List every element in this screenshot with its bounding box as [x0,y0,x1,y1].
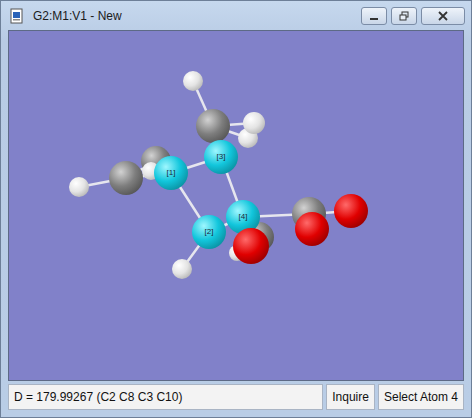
measurement-readout: D = 179.99267 (C2 C8 C3 C10) [8,384,323,410]
minimize-button[interactable] [361,7,387,25]
mode-readout: Inquire [326,384,375,410]
status-bar: D = 179.99267 (C2 C8 C3 C10) Inquire Sel… [8,384,464,410]
atom-sphere[interactable] [183,71,203,91]
atom[interactable] [196,109,230,143]
restore-icon [399,11,409,21]
atom[interactable] [183,71,203,91]
atom[interactable]: [3] [204,140,238,174]
atom-sphere[interactable] [334,194,368,228]
atom-sphere[interactable] [69,177,89,197]
prompt-readout: Select Atom 4 [378,384,464,410]
atom-sphere[interactable] [109,161,143,195]
atom[interactable] [295,212,329,246]
molecule-view[interactable]: [3][1][4][2] [8,30,464,381]
atom[interactable]: [1] [154,156,188,190]
atom[interactable] [109,161,143,195]
maximize-button[interactable] [391,7,417,25]
atom-sphere[interactable] [243,112,265,134]
atom-sphere[interactable] [295,212,329,246]
atom[interactable] [243,112,265,134]
title-bar[interactable]: G2:M1:V1 - New [1,1,471,30]
atom-label: [1] [154,156,188,190]
atom-sphere[interactable] [196,109,230,143]
close-button[interactable] [421,7,465,25]
atom[interactable] [172,259,192,279]
atom[interactable] [233,228,269,264]
document-icon [9,8,25,24]
atom-label: [2] [192,215,226,249]
minimize-icon [369,11,379,21]
gaussview-window: G2:M1:V1 - New [3][1][4][2] D = 179.9926… [0,0,472,418]
atom[interactable] [69,177,89,197]
window-title: G2:M1:V1 - New [33,7,122,25]
close-icon [438,11,448,21]
atom-sphere[interactable] [172,259,192,279]
atom-label: [3] [204,140,238,174]
atom[interactable] [334,194,368,228]
atom-sphere[interactable] [233,228,269,264]
atom[interactable]: [2] [192,215,226,249]
